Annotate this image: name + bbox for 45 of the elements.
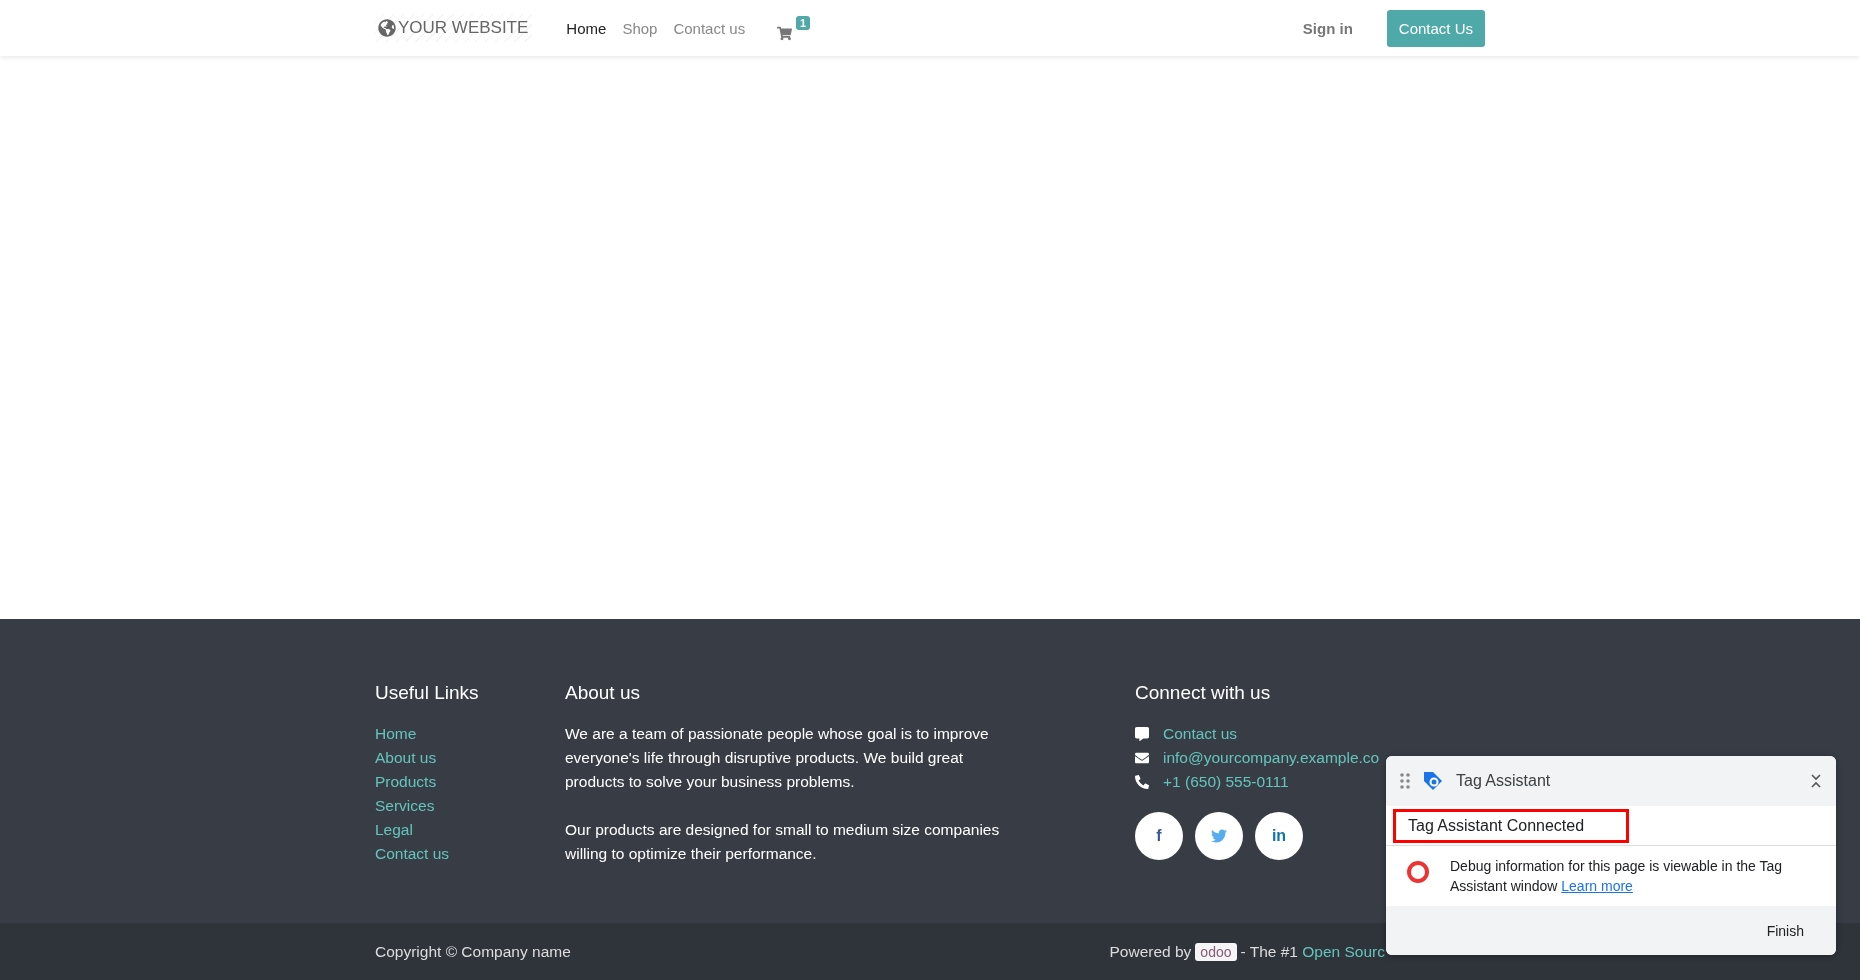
contact-us-button[interactable]: Contact Us	[1386, 9, 1485, 47]
finish-button[interactable]: Finish	[1760, 921, 1810, 940]
footer-heading: About us	[565, 682, 641, 704]
tag-icon	[1422, 770, 1444, 792]
chat-icon	[1135, 727, 1151, 741]
footer-link[interactable]: Services	[375, 794, 565, 818]
social-button[interactable]	[1195, 812, 1243, 860]
powered-by-text: Powered by	[1109, 942, 1192, 961]
footer-link[interactable]: Home	[375, 722, 565, 746]
nav-link[interactable]: Shop	[622, 19, 658, 37]
contact-link[interactable]: info@yourcompany.example.co	[1163, 746, 1380, 770]
sign-in-link[interactable]: Sign in	[1302, 19, 1353, 37]
cart-count-badge: 1	[796, 15, 811, 30]
bird-icon	[1211, 828, 1227, 844]
about-paragraph: We are a team of passionate people whose goal is to improve everyone's life through disruptive products. We build great products to solve your business problems.	[565, 724, 990, 792]
footer-heading: Connect with us	[1135, 682, 1272, 704]
connection-status: Tag Assistant Connected	[1393, 809, 1629, 843]
copyright-text: Copyright © Company name	[375, 942, 571, 961]
cart-link[interactable]: 1	[777, 15, 811, 41]
footer-link[interactable]: Legal	[375, 818, 565, 842]
ecommerce-link[interactable]: Open Sourc	[1302, 939, 1385, 964]
tagline-text: - The #1	[1240, 942, 1299, 961]
social-button[interactable]: f	[1135, 812, 1183, 860]
footer-link[interactable]: Contact us	[375, 842, 565, 866]
globe-icon	[378, 19, 396, 37]
debug-message: Debug information for this page is viewable in the Tag Assistant window Learn more	[1450, 857, 1784, 896]
cart-icon	[777, 25, 793, 41]
learn-more-link[interactable]: Learn more	[1561, 878, 1633, 894]
drag-handle-icon[interactable]	[1400, 773, 1410, 789]
footer-heading: Useful Links	[375, 682, 480, 704]
nav-link[interactable]: Home	[566, 19, 607, 37]
contact-link[interactable]: Contact us	[1163, 722, 1238, 746]
contact-link[interactable]: +1 (650) 555-0111	[1163, 770, 1289, 794]
brand-badge[interactable]: odoo	[1195, 942, 1237, 961]
phone-icon	[1135, 775, 1151, 789]
mail-icon	[1135, 751, 1151, 765]
ring-icon	[1406, 860, 1430, 884]
nav-link[interactable]: Contact us	[673, 19, 746, 37]
footer-link[interactable]: Products	[375, 770, 565, 794]
footer-link[interactable]: About us	[375, 746, 565, 770]
site-logo[interactable]: YOUR WEBSITE	[375, 14, 533, 42]
about-paragraph: Our products are designed for small to medium size companies willing to optimize their performance.	[565, 820, 1001, 864]
social-button[interactable]: in	[1255, 812, 1303, 860]
panel-title: Tag Assistant	[1456, 772, 1551, 790]
collapse-icon[interactable]	[1810, 773, 1822, 789]
